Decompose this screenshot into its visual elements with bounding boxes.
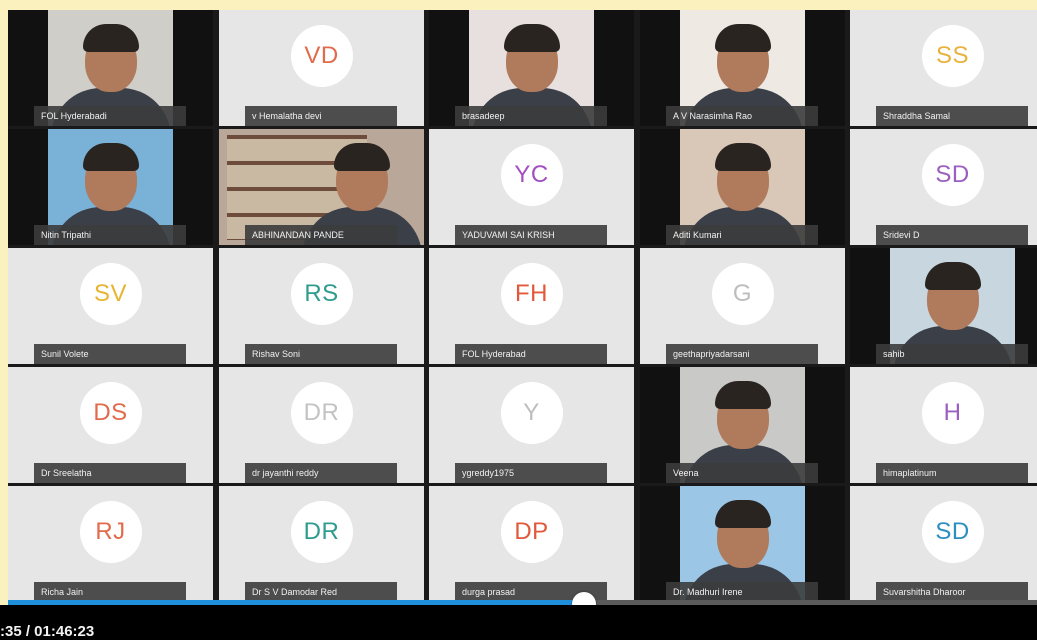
participant-avatar: SD [921,501,984,563]
participant-avatar: H [921,382,984,444]
participant-name-label: Dr Sreelatha [34,463,186,483]
participant-tile[interactable]: ABHINANDAN PANDE [219,129,424,245]
participant-name-label: dr jayanthi reddy [245,463,397,483]
participant-avatar: RJ [79,501,142,563]
participant-name-label: ABHINANDAN PANDE [245,225,397,245]
participant-tile[interactable]: Veena [640,367,845,483]
participant-tile[interactable]: Dr. Madhuri Irene [640,486,845,602]
participant-tile[interactable]: FH FOL Hyderabad [429,248,634,364]
participant-avatar: G [711,263,774,325]
participant-tile[interactable]: FOL Hyderabadi [8,10,213,126]
participant-tile[interactable]: Nitin Tripathi [8,129,213,245]
participant-name-label: Dr S V Damodar Red [245,582,397,602]
participant-name-label: Nitin Tripathi [34,225,186,245]
participant-tile[interactable]: YC YADUVAMI SAI KRISH [429,129,634,245]
participant-tile[interactable]: Hhimaplatinum [850,367,1037,483]
participant-name-label: Veena [666,463,818,483]
participant-name-label: Dr. Madhuri Irene [666,582,818,602]
participant-avatar: DP [500,501,563,563]
participant-name-label: sahib [876,344,1028,364]
participant-tile[interactable]: SS Shraddha Samal [850,10,1037,126]
participant-name-label: FOL Hyderabadi [34,106,186,126]
participant-avatar: FH [500,263,563,325]
participant-avatar: RS [290,263,353,325]
participant-name-label: Aditi Kumari [666,225,818,245]
participant-name-label: geethapriyadarsani [666,344,818,364]
participant-name-label: Sunil Volete [34,344,186,364]
participant-tile[interactable]: Aditi Kumari [640,129,845,245]
participant-avatar: DR [290,382,353,444]
participant-name-label: brasadeep [455,106,607,126]
participant-avatar: YC [500,144,563,206]
participant-name-label: FOL Hyderabad [455,344,607,364]
participant-tile[interactable]: SV Sunil Volete [8,248,213,364]
participant-tile[interactable]: SD Sridevi D [850,129,1037,245]
participant-tile[interactable]: RS Rishav Soni [219,248,424,364]
participant-name-label: A V Narasimha Rao [666,106,818,126]
participant-name-label: Rishav Soni [245,344,397,364]
participant-name-label: Suvarshitha Dharoor [876,582,1028,602]
participant-name-label: Shraddha Samal [876,106,1028,126]
participant-tile[interactable]: DR Dr S V Damodar Red [219,486,424,602]
participant-tile[interactable]: Ggeethapriyadarsani [640,248,845,364]
participant-tile[interactable]: sahib [850,248,1037,364]
participant-avatar: SD [921,144,984,206]
participant-name-label: ygreddy1975 [455,463,607,483]
participant-tile[interactable]: Yygreddy1975 [429,367,634,483]
participant-avatar: SS [921,25,984,87]
playback-time: :35 / 01:46:23 [0,623,95,640]
participant-avatar: VD [290,25,353,87]
participant-tile[interactable]: RJ Richa Jain [8,486,213,602]
participant-name-label: himaplatinum [876,463,1028,483]
player-controls-bar: :35 / 01:46:23 [0,605,1037,640]
participant-avatar: DR [290,501,353,563]
participant-tile[interactable]: DS Dr Sreelatha [8,367,213,483]
participant-avatar: Y [500,382,563,444]
participant-tile[interactable]: A V Narasimha Rao [640,10,845,126]
participant-tile[interactable]: SD Suvarshitha Dharoor [850,486,1037,602]
participant-avatar: SV [79,263,142,325]
participant-name-label: Richa Jain [34,582,186,602]
participant-tile[interactable]: DP durga prasad [429,486,634,602]
participant-name-label: YADUVAMI SAI KRISH [455,225,607,245]
participant-name-label: v Hemalatha devi [245,106,397,126]
participant-avatar: DS [79,382,142,444]
video-gallery-grid: FOL Hyderabadi VD v Hemalatha devi brasadee… [8,10,1037,602]
participant-tile[interactable]: DR dr jayanthi reddy [219,367,424,483]
participant-tile[interactable]: VD v Hemalatha devi [219,10,424,126]
participant-tile[interactable]: brasadeep [429,10,634,126]
participant-name-label: Sridevi D [876,225,1028,245]
